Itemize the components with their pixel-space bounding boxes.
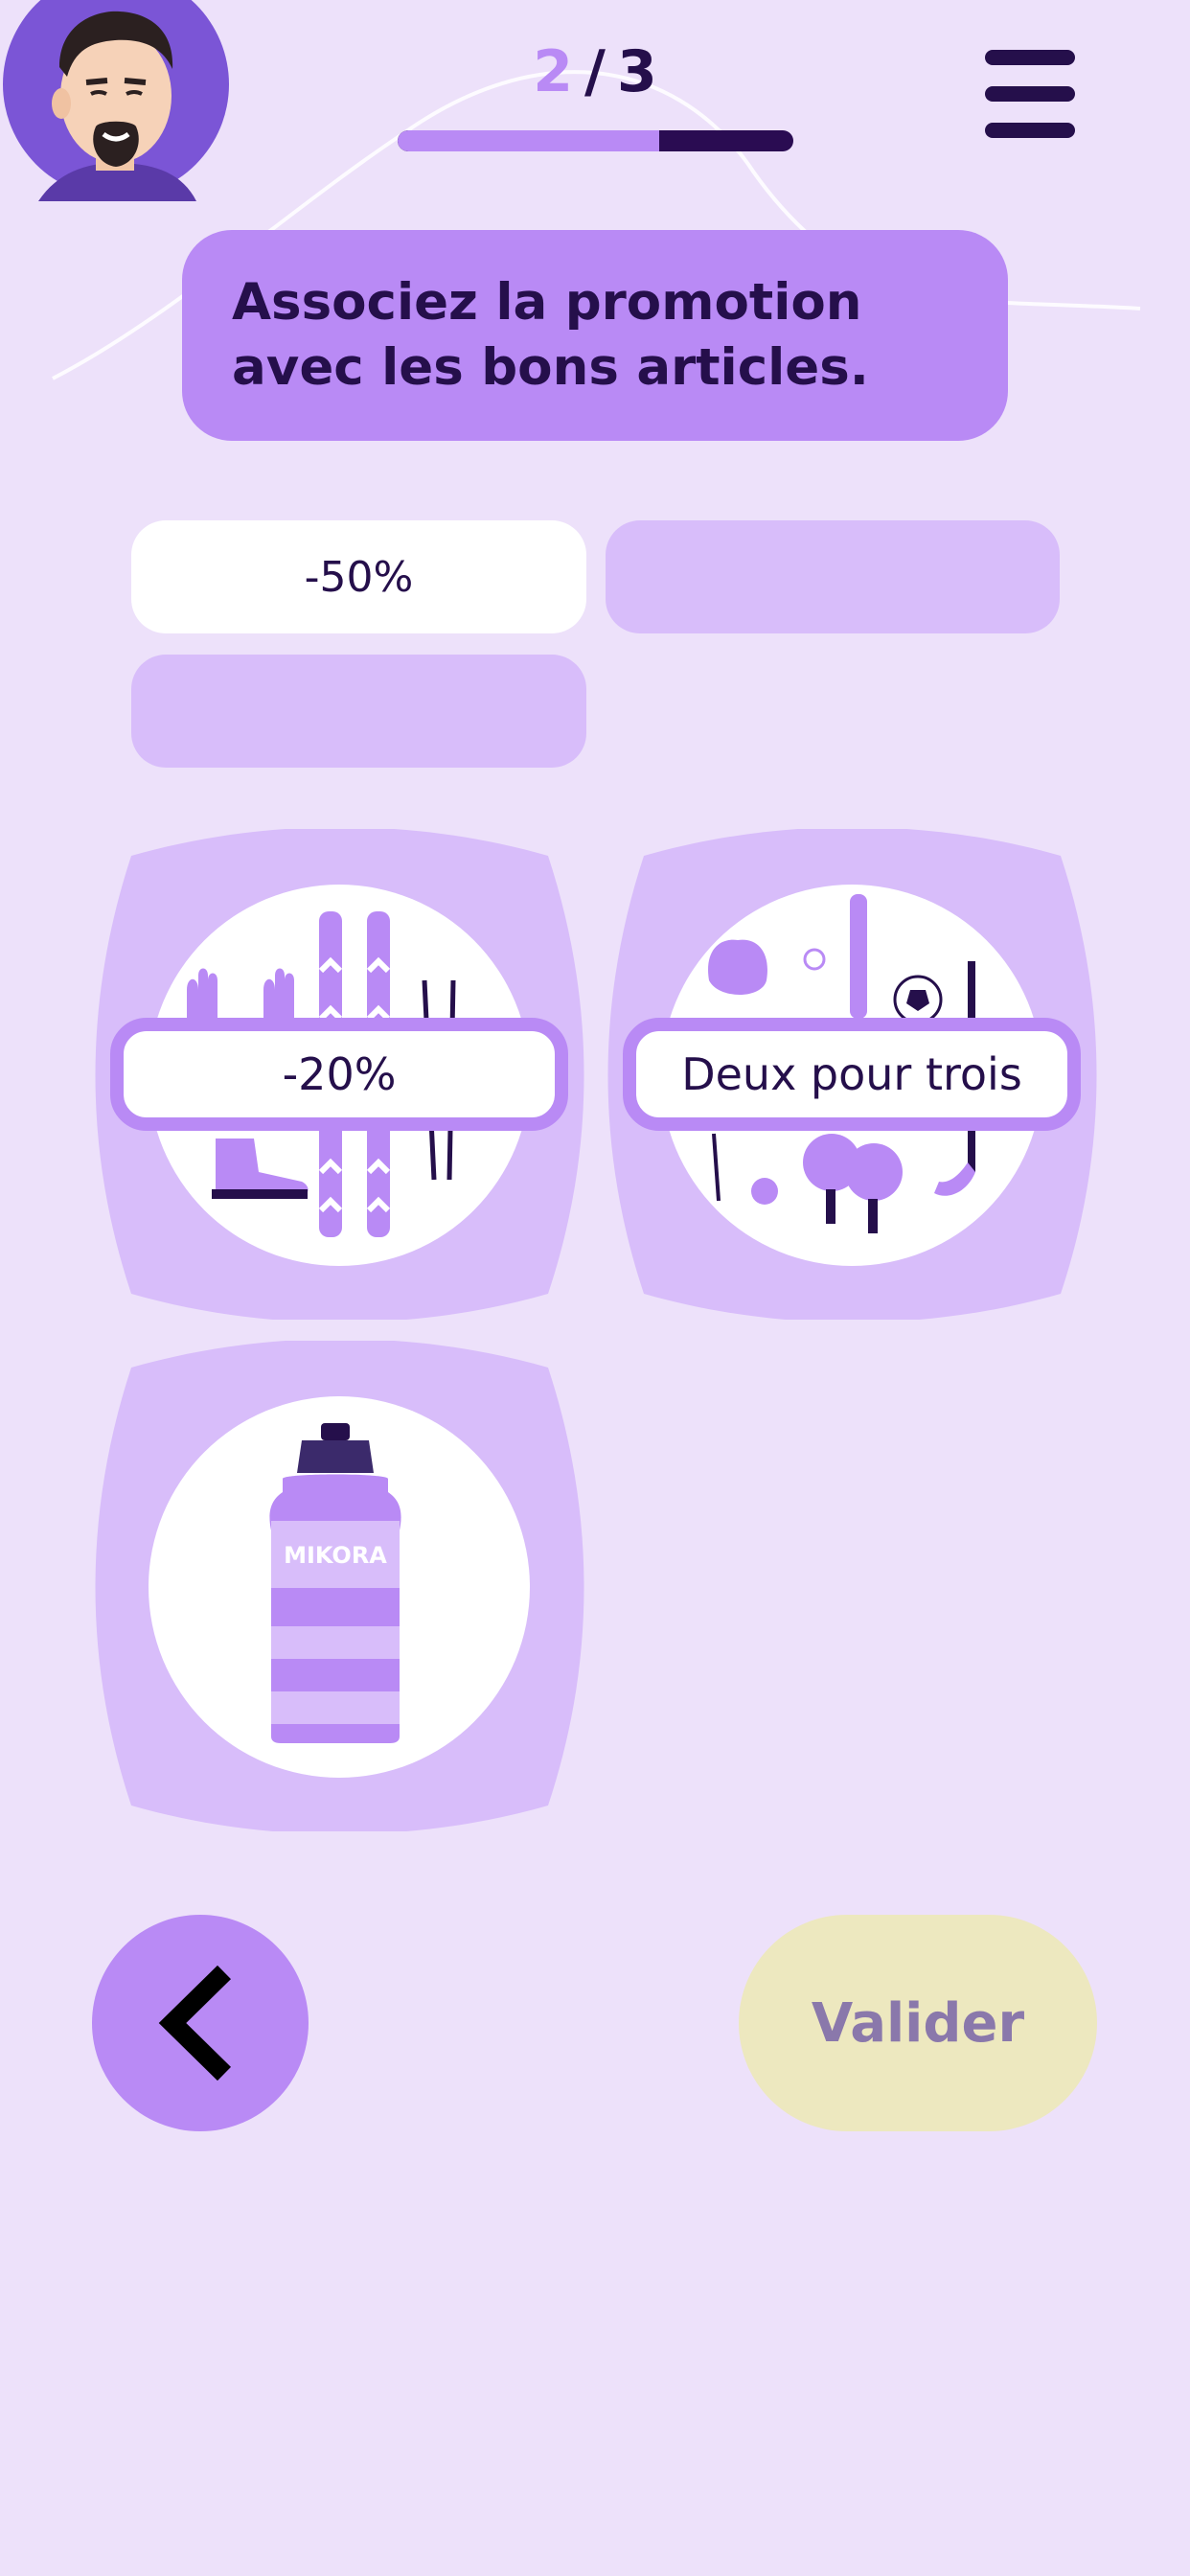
answer-slot-2[interactable] (606, 520, 1060, 633)
instruction-text: Associez la promotion avec les bons arti… (182, 230, 1008, 441)
answer-slot-1[interactable]: -50% (131, 520, 586, 633)
product-card-ski[interactable]: -20% (93, 829, 586, 1320)
hamburger-icon-line (985, 123, 1075, 138)
product-card-sports[interactable]: Deux pour trois (606, 829, 1099, 1320)
progress-fill (398, 130, 659, 151)
promotion-chip-20[interactable]: -20% (110, 1018, 568, 1131)
hamburger-icon (985, 50, 1075, 65)
hamburger-icon-line (985, 86, 1075, 102)
water-bottle-illustration: MIKORA (149, 1396, 530, 1778)
progress-bar (398, 130, 793, 151)
answer-slot-3[interactable] (131, 655, 586, 768)
promotion-chip-deux-pour-trois[interactable]: Deux pour trois (623, 1018, 1081, 1131)
progress-total: 3 (616, 38, 657, 105)
progress-current: 2 (533, 38, 574, 105)
product-card-bottle[interactable]: MIKORA (93, 1341, 586, 1831)
back-button[interactable] (92, 1915, 309, 2131)
menu-button[interactable] (985, 50, 1077, 142)
chevron-left-icon (158, 1965, 232, 2082)
bottle-brand-text: MIKORA (284, 1542, 387, 1569)
progress-separator: / (584, 38, 606, 105)
validate-button[interactable]: Valider (739, 1915, 1097, 2131)
